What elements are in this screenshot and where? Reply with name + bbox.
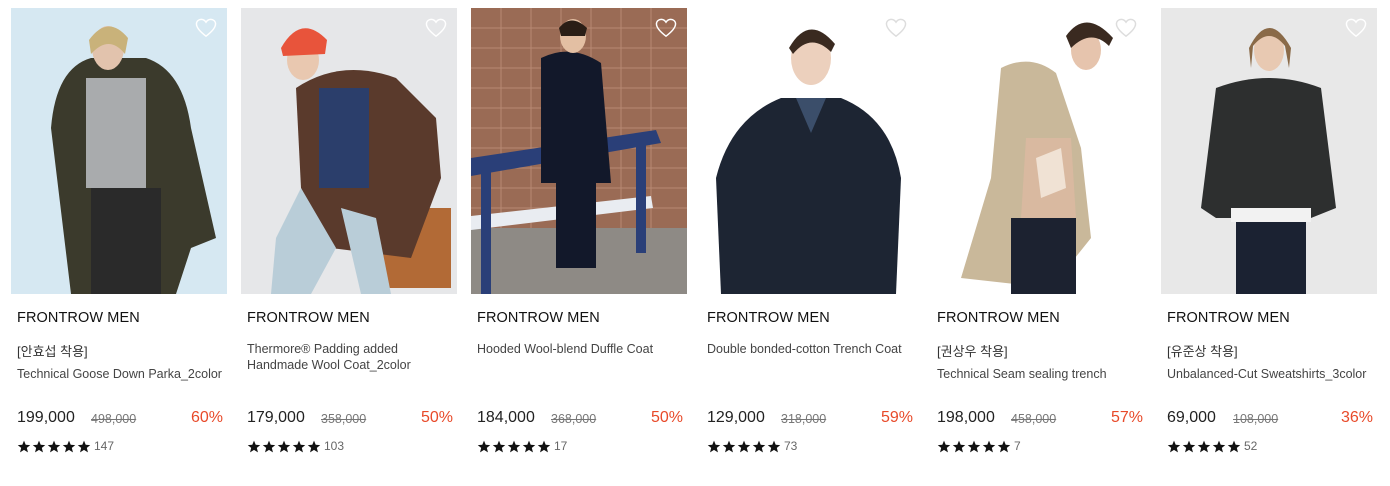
sale-price: 199,000 bbox=[17, 409, 75, 426]
product-image[interactable] bbox=[1161, 8, 1377, 294]
brand-name[interactable]: FRONTROW MEN bbox=[17, 310, 140, 326]
star-icon bbox=[307, 440, 321, 452]
original-price: 108,000 bbox=[1233, 412, 1279, 426]
heart-outline-icon[interactable] bbox=[885, 18, 907, 38]
star-icon bbox=[752, 440, 766, 452]
celebrity-tag: [유준상 착용] bbox=[1167, 344, 1238, 359]
review-count: 73 bbox=[784, 439, 798, 453]
original-price: 318,000 bbox=[781, 412, 827, 426]
star-icon bbox=[292, 440, 306, 452]
brand-name[interactable]: FRONTROW MEN bbox=[477, 310, 600, 326]
star-icon bbox=[477, 440, 491, 452]
star-icon bbox=[997, 440, 1011, 452]
rating-stars bbox=[707, 439, 781, 453]
star-icon bbox=[1197, 440, 1211, 452]
star-icon bbox=[967, 440, 981, 452]
celebrity-tag: [권상우 착용] bbox=[937, 344, 1008, 359]
product-name[interactable]: Double bonded-cotton Trench Coat bbox=[707, 341, 913, 357]
sale-price: 179,000 bbox=[247, 409, 305, 426]
product-card[interactable]: FRONTROW MEN Thermore® Padding added Han… bbox=[241, 8, 457, 468]
discount-rate: 59% bbox=[880, 409, 913, 426]
star-icon bbox=[522, 440, 536, 452]
star-icon bbox=[277, 440, 291, 452]
rating-stars bbox=[247, 439, 321, 453]
original-price: 368,000 bbox=[551, 412, 597, 426]
brand-name[interactable]: FRONTROW MEN bbox=[1167, 310, 1290, 326]
star-icon bbox=[17, 440, 31, 452]
product-image[interactable] bbox=[701, 8, 917, 294]
product-list: FRONTROW MEN [안효섭 착용] Technical Goose Do… bbox=[11, 8, 1379, 478]
sale-price: 198,000 bbox=[937, 409, 995, 426]
celebrity-tag: [안효섭 착용] bbox=[17, 344, 88, 359]
star-icon bbox=[737, 440, 751, 452]
rating-stars bbox=[477, 439, 551, 453]
discount-rate: 50% bbox=[420, 409, 453, 426]
product-name[interactable]: Thermore® Padding added Handmade Wool Co… bbox=[247, 341, 453, 373]
heart-outline-icon[interactable] bbox=[1115, 18, 1137, 38]
rating-stars bbox=[937, 439, 1011, 453]
product-image[interactable] bbox=[11, 8, 227, 294]
rating-stars bbox=[17, 439, 91, 453]
star-icon bbox=[492, 440, 506, 452]
review-count: 52 bbox=[1244, 439, 1258, 453]
product-card[interactable]: FRONTROW MEN [권상우 착용] Technical Seam sea… bbox=[931, 8, 1147, 468]
review-count: 147 bbox=[94, 439, 115, 453]
rating-stars bbox=[1167, 439, 1241, 453]
product-image[interactable] bbox=[241, 8, 457, 294]
star-icon bbox=[1182, 440, 1196, 452]
star-icon bbox=[62, 440, 76, 452]
product-name[interactable]: Unbalanced-Cut Sweatshirts_3color bbox=[1167, 366, 1373, 382]
original-price: 458,000 bbox=[1011, 412, 1057, 426]
product-name[interactable]: Technical Goose Down Parka_2color bbox=[17, 366, 223, 382]
star-icon bbox=[1227, 440, 1241, 452]
heart-outline-icon[interactable] bbox=[1345, 18, 1367, 38]
star-icon bbox=[982, 440, 996, 452]
discount-rate: 57% bbox=[1110, 409, 1143, 426]
brand-name[interactable]: FRONTROW MEN bbox=[707, 310, 830, 326]
discount-rate: 36% bbox=[1340, 409, 1373, 426]
product-card[interactable]: FRONTROW MEN Double bonded-cotton Trench… bbox=[701, 8, 917, 468]
star-icon bbox=[1167, 440, 1181, 452]
star-icon bbox=[47, 440, 61, 452]
sale-price: 129,000 bbox=[707, 409, 765, 426]
star-icon bbox=[707, 440, 721, 452]
product-name[interactable]: Hooded Wool-blend Duffle Coat bbox=[477, 341, 683, 357]
review-count: 103 bbox=[324, 439, 345, 453]
discount-rate: 60% bbox=[190, 409, 223, 426]
star-icon bbox=[77, 440, 91, 452]
discount-rate: 50% bbox=[650, 409, 683, 426]
star-icon bbox=[1212, 440, 1226, 452]
heart-outline-icon[interactable] bbox=[655, 18, 677, 38]
original-price: 498,000 bbox=[91, 412, 137, 426]
sale-price: 184,000 bbox=[477, 409, 535, 426]
product-card[interactable]: FRONTROW MEN [안효섭 착용] Technical Goose Do… bbox=[11, 8, 227, 468]
star-icon bbox=[262, 440, 276, 452]
product-image[interactable] bbox=[931, 8, 1147, 294]
star-icon bbox=[722, 440, 736, 452]
star-icon bbox=[507, 440, 521, 452]
star-icon bbox=[537, 440, 551, 452]
heart-outline-icon[interactable] bbox=[425, 18, 447, 38]
star-icon bbox=[247, 440, 261, 452]
star-icon bbox=[767, 440, 781, 452]
product-card[interactable]: FRONTROW MEN [유준상 착용] Unbalanced-Cut Swe… bbox=[1161, 8, 1377, 468]
sale-price: 69,000 bbox=[1167, 409, 1216, 426]
product-card[interactable]: FRONTROW MEN Hooded Wool-blend Duffle Co… bbox=[471, 8, 687, 468]
heart-outline-icon[interactable] bbox=[195, 18, 217, 38]
product-name[interactable]: Technical Seam sealing trench bbox=[937, 366, 1143, 382]
original-price: 358,000 bbox=[321, 412, 367, 426]
star-icon bbox=[952, 440, 966, 452]
brand-name[interactable]: FRONTROW MEN bbox=[937, 310, 1060, 326]
brand-name[interactable]: FRONTROW MEN bbox=[247, 310, 370, 326]
star-icon bbox=[937, 440, 951, 452]
star-icon bbox=[32, 440, 46, 452]
review-count: 7 bbox=[1014, 439, 1021, 453]
review-count: 17 bbox=[554, 439, 568, 453]
product-image[interactable] bbox=[471, 8, 687, 294]
